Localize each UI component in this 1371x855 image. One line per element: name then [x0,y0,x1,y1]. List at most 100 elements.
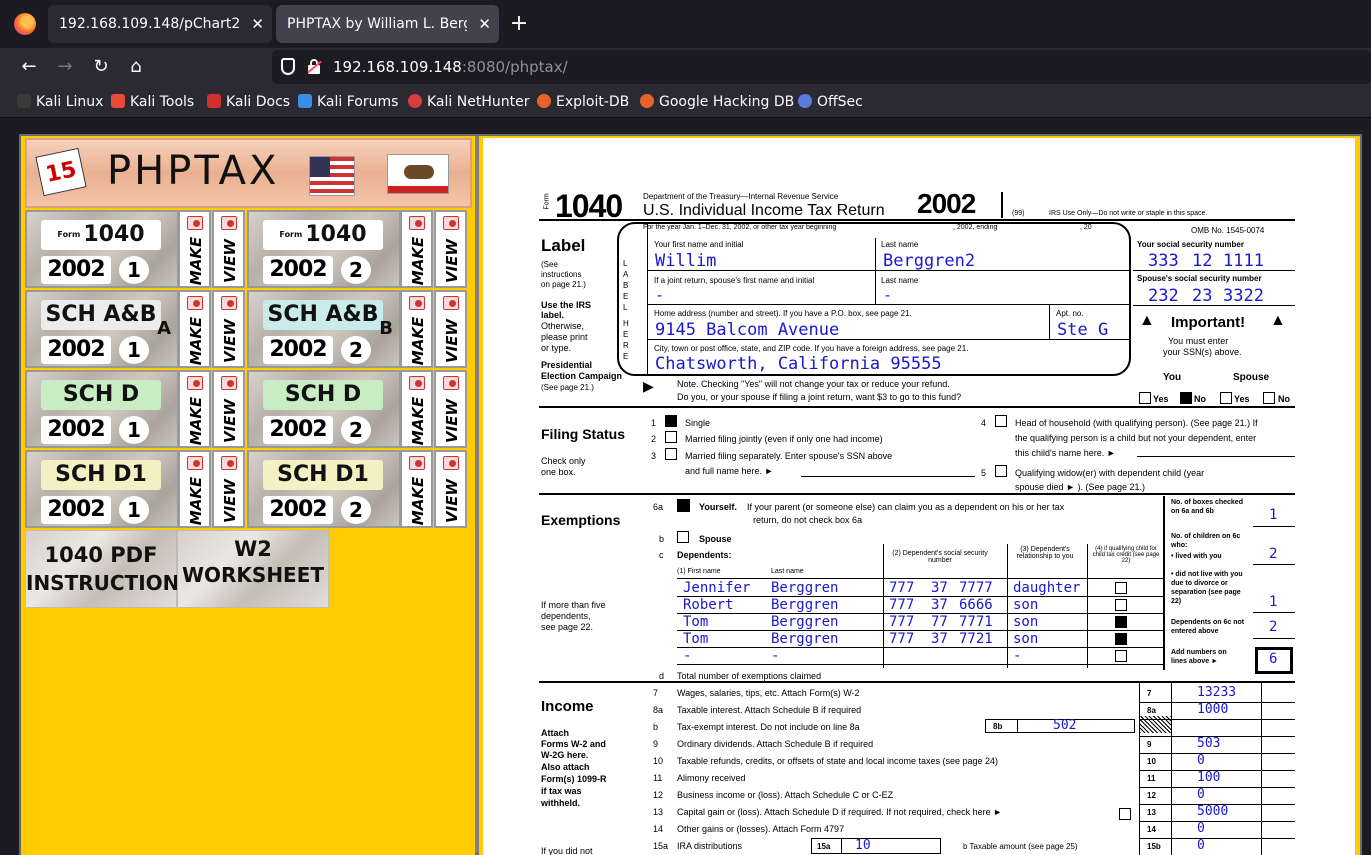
dep-first[interactable]: Tom [683,631,708,647]
spouse-checkbox[interactable] [677,531,689,543]
city-field[interactable]: Chatsworth, California 95555 [655,354,942,374]
make-scha-2-button[interactable]: MAKE [400,290,433,368]
married-jointly-checkbox[interactable] [665,431,677,443]
count-6ab-field[interactable]: 1 [1269,507,1277,523]
view-schd1-1-button[interactable]: VIEW [212,450,245,528]
line-amount-field[interactable]: 0 [1197,753,1205,768]
bookmark-exploit-db[interactable]: Exploit-DB [537,93,629,111]
make-schd1-2-button[interactable]: MAKE [400,450,433,528]
dep-first[interactable]: Tom [683,614,708,630]
yourself-checkbox[interactable] [677,499,690,512]
dep-ssn2[interactable]: 77 [931,614,948,630]
view-schd1-2-button[interactable]: VIEW [434,450,467,528]
line-amount-field[interactable]: 5000 [1197,804,1228,819]
married-separately-checkbox[interactable] [665,448,677,460]
new-tab-icon[interactable]: + [508,8,530,40]
dep-credit-checkbox[interactable] [1115,616,1127,628]
bookmark-kali-forums[interactable]: Kali Forums [298,93,398,111]
line-amount-field[interactable]: 100 [1197,770,1220,785]
url-text[interactable]: 192.168.109.148:8080/phptax/ [333,50,568,84]
view-schd-2-button[interactable]: VIEW [434,370,467,448]
capital-gain-checkbox[interactable] [1119,808,1131,820]
spouse-yes-checkbox[interactable] [1220,392,1232,404]
line-8b-field[interactable]: 502 [1053,718,1076,733]
head-of-household-checkbox[interactable] [995,415,1007,427]
close-tab-icon[interactable]: ✕ [478,5,491,43]
bookmark-kali-docs[interactable]: Kali Docs [207,93,290,111]
make-scha-1-button[interactable]: MAKE [178,290,211,368]
tab-pchart[interactable]: 192.168.109.148/pChart2.1.3 ✕ [48,5,272,43]
count-dep-field[interactable]: 2 [1269,619,1277,635]
dep-last[interactable]: - [771,648,779,664]
dep-ssn1[interactable]: 777 [889,614,914,630]
tab-phptax[interactable]: PHPTAX by William L. Berggr ✕ [276,5,499,43]
view-scha-1-button[interactable]: VIEW [212,290,245,368]
dep-credit-checkbox[interactable] [1115,650,1127,662]
bookmark-kali-tools[interactable]: Kali Tools [111,93,194,111]
make-1040-2-button[interactable]: MAKE [400,210,433,288]
ssn-part1[interactable]: 333 [1148,251,1179,271]
bookmark-offsec[interactable]: OffSec [798,93,863,111]
pdf-instructions-button[interactable]: 1040 PDF INSTRUCTIONS [25,530,194,608]
line-15a-field[interactable]: 10 [855,838,871,853]
line-amount-field[interactable]: 0 [1197,787,1205,802]
you-no-checkbox[interactable] [1180,392,1192,404]
apt-field[interactable]: Ste G [1057,320,1108,340]
dep-ssn3[interactable]: 7771 [959,614,993,630]
back-arrow-icon[interactable]: ← [16,54,42,80]
dep-ssn1[interactable]: 777 [889,631,914,647]
line-amount-field[interactable]: 1000 [1197,702,1228,717]
dep-last[interactable]: Berggren [771,631,838,647]
line-amount-field[interactable]: 0 [1197,838,1205,853]
dep-ssn3[interactable]: 7721 [959,631,993,647]
address-field[interactable]: 9145 Balcom Avenue [655,320,839,340]
line-amount-field[interactable]: 0 [1197,821,1205,836]
spouse-ssn-part1[interactable]: 232 [1148,286,1179,306]
dep-ssn2[interactable]: 37 [931,597,948,613]
line-amount-field[interactable]: 13233 [1197,685,1236,700]
dep-relationship[interactable]: - [1013,648,1021,664]
view-1040-1-button[interactable]: VIEW [212,210,245,288]
bookmark-kali-linux[interactable]: Kali Linux [17,93,103,111]
count-notlive-field[interactable]: 1 [1269,594,1277,610]
dep-relationship[interactable]: son [1013,614,1038,630]
dep-last[interactable]: Berggren [771,597,838,613]
count-total-field[interactable]: 6 [1269,651,1277,667]
spouse-first-field[interactable]: - [655,286,664,304]
forward-arrow-icon[interactable]: → [52,54,78,80]
home-icon[interactable]: ⌂ [123,54,149,80]
ssn-part3[interactable]: 1111 [1223,251,1264,271]
insecure-lock-icon[interactable] [307,59,322,74]
dep-ssn1[interactable]: 777 [889,597,914,613]
url-bar[interactable]: 192.168.109.148:8080/phptax/ [272,50,1371,84]
spouse-ssn-part2[interactable]: 23 [1192,286,1212,306]
dep-last[interactable]: Berggren [771,580,838,596]
dep-ssn3[interactable]: 6666 [959,597,993,613]
view-1040-2-button[interactable]: VIEW [434,210,467,288]
bookmark-google-hacking-db[interactable]: Google Hacking DB [640,93,794,111]
make-schd-1-button[interactable]: MAKE [178,370,211,448]
dep-first[interactable]: - [683,648,691,664]
bookmark-kali-nethunter[interactable]: Kali NetHunter [408,93,529,111]
qualifying-widow-checkbox[interactable] [995,465,1007,477]
shield-icon[interactable] [281,58,295,75]
single-checkbox[interactable] [665,415,677,427]
firefox-icon[interactable] [14,13,36,35]
make-schd-2-button[interactable]: MAKE [400,370,433,448]
dep-first[interactable]: Jennifer [683,580,750,596]
w2-worksheet-button[interactable]: W2 WORKSHEET [177,530,329,608]
dep-ssn2[interactable]: 37 [931,580,948,596]
dep-relationship[interactable]: son [1013,597,1038,613]
you-yes-checkbox[interactable] [1139,392,1151,404]
make-schd1-1-button[interactable]: MAKE [178,450,211,528]
dep-relationship[interactable]: daughter [1013,580,1080,596]
line-amount-field[interactable]: 503 [1197,736,1220,751]
ssn-part2[interactable]: 12 [1192,251,1212,271]
dep-ssn3[interactable]: 7777 [959,580,993,596]
dep-ssn1[interactable]: 777 [889,580,914,596]
dep-ssn2[interactable]: 37 [931,631,948,647]
make-1040-1-button[interactable]: MAKE [178,210,211,288]
reload-icon[interactable]: ↻ [88,54,114,80]
spouse-no-checkbox[interactable] [1263,392,1275,404]
spouse-ssn-part3[interactable]: 3322 [1223,286,1264,306]
